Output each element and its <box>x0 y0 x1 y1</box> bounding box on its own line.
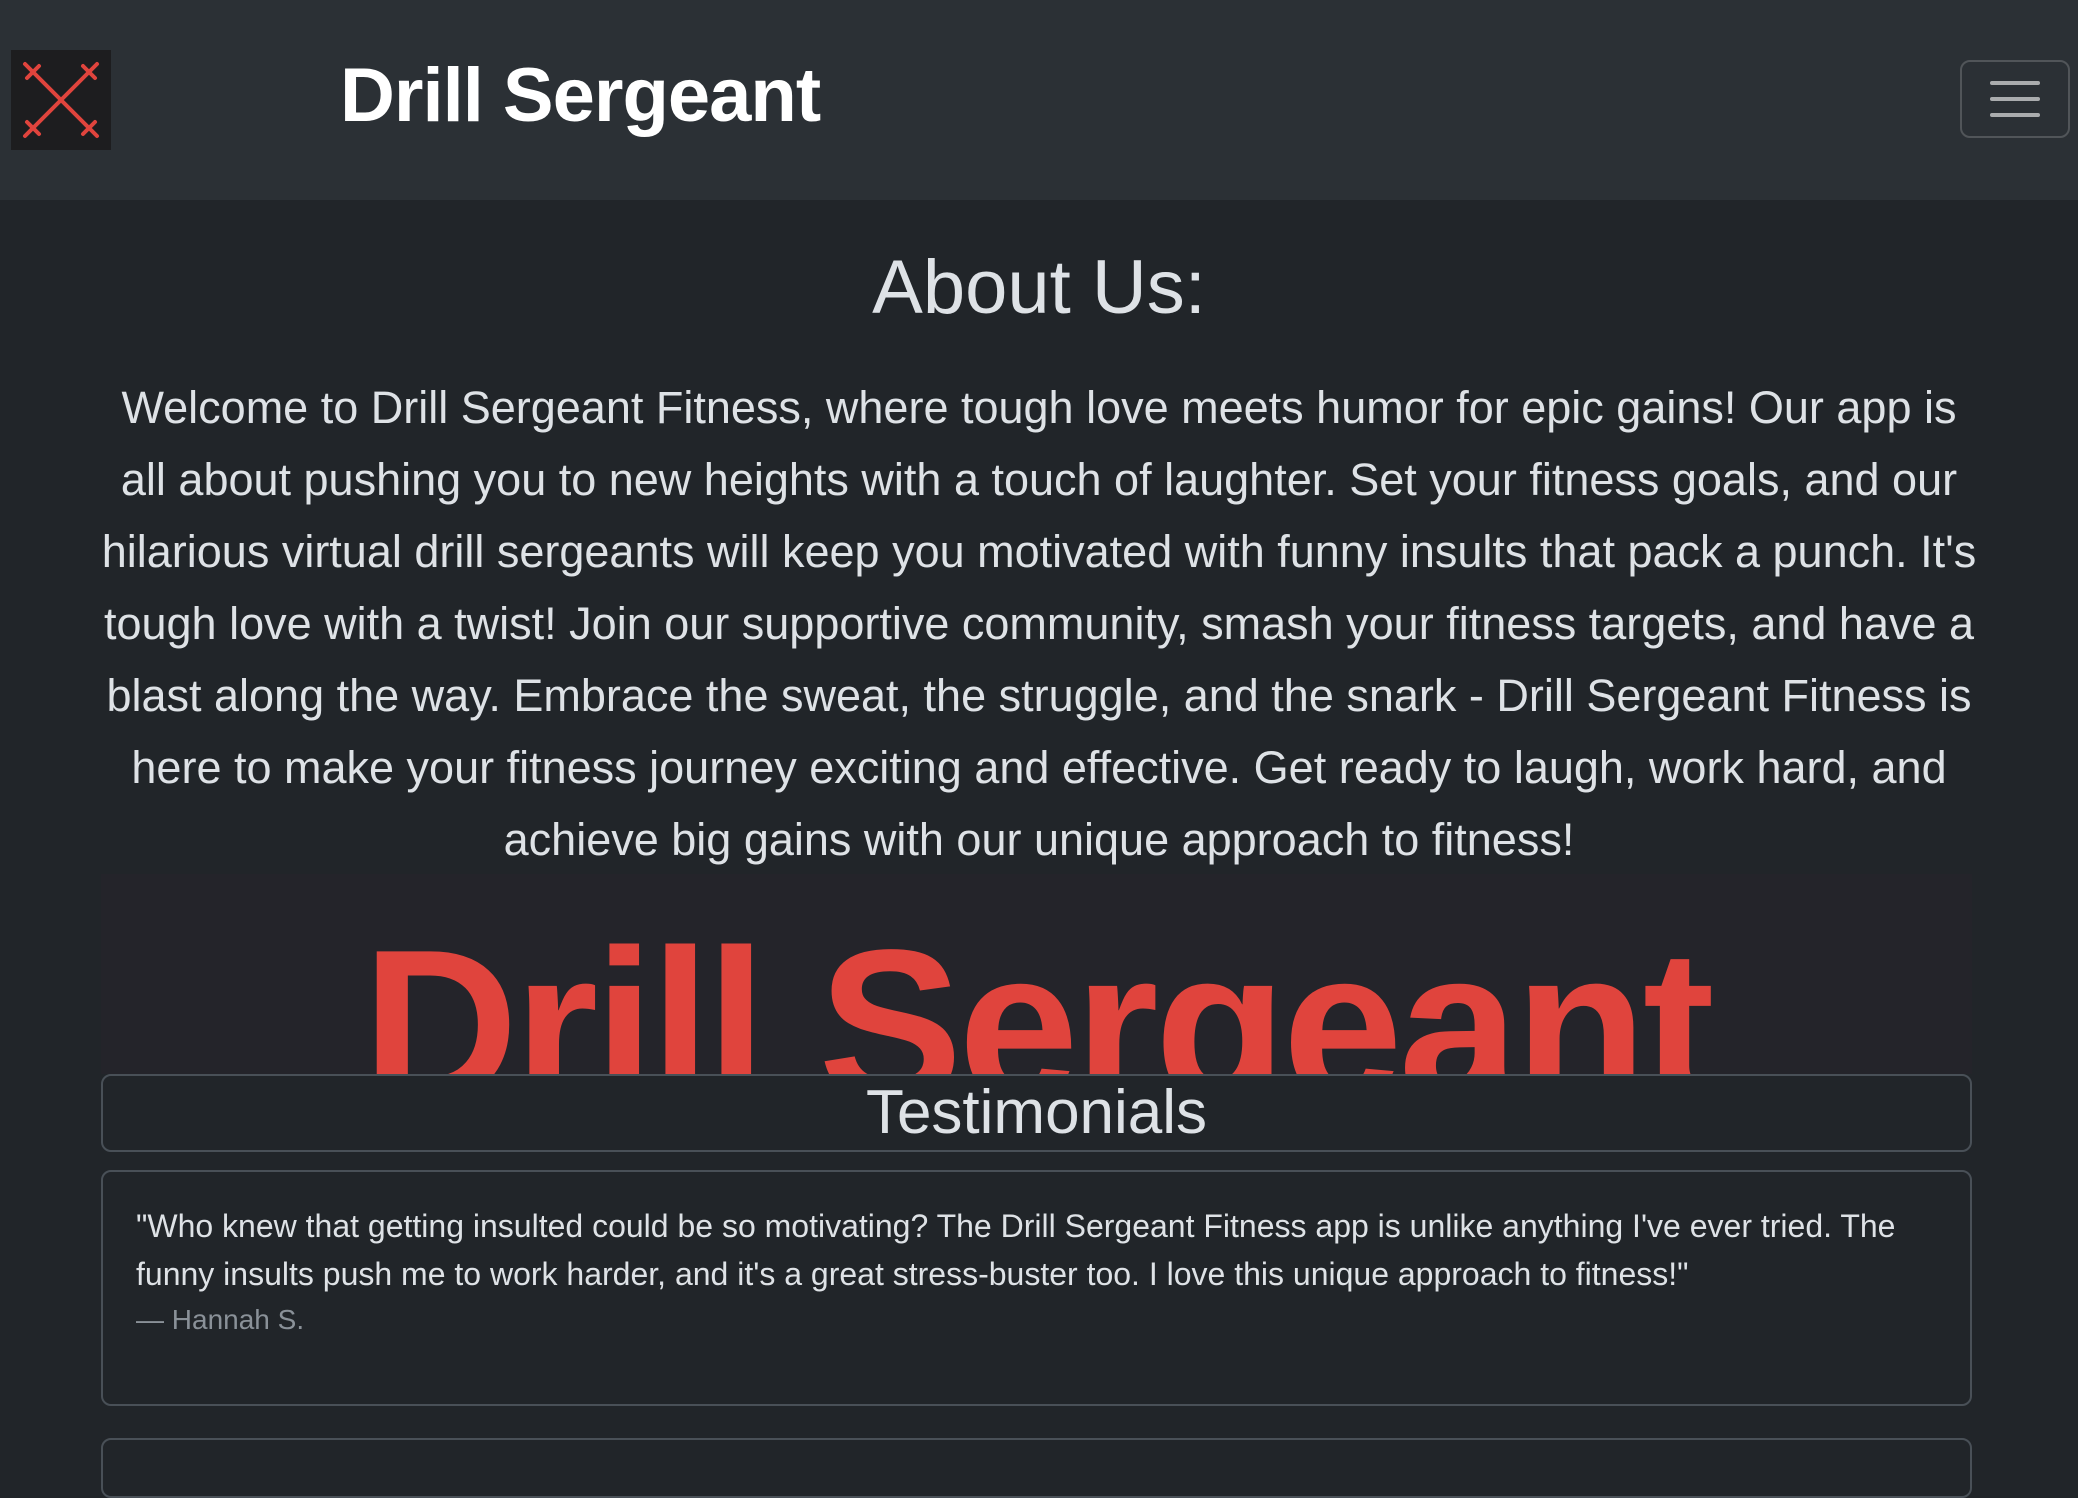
navbar: Drill Sergeant <box>0 0 2078 200</box>
about-heading: About Us: <box>872 245 1206 330</box>
testimonial-author: — Hannah S. <box>136 1304 305 1335</box>
testimonials-header: Testimonials <box>101 1074 1972 1152</box>
hamburger-menu-icon <box>1990 113 2040 117</box>
testimonial-quote: "Who knew that getting insulted could be… <box>136 1208 1896 1292</box>
testimonial-card: "Who knew that getting insulted could be… <box>101 1170 1972 1406</box>
brand-logo[interactable] <box>11 50 111 150</box>
testimonials-title: Testimonials <box>865 1078 1208 1147</box>
hamburger-menu-button[interactable] <box>1960 60 2070 138</box>
brand-title[interactable]: Drill Sergeant <box>340 48 821 144</box>
hamburger-menu-icon <box>1990 81 2040 85</box>
hamburger-menu-icon <box>1990 97 2040 101</box>
testimonial-card <box>101 1438 1972 1498</box>
banner-text: Drill Sergeant <box>362 904 1714 1074</box>
about-text: Welcome to Drill Sergeant Fitness, where… <box>101 382 1977 865</box>
crossed-arrows-icon <box>23 62 99 138</box>
brand-banner: Drill Sergeant <box>101 874 1972 1074</box>
